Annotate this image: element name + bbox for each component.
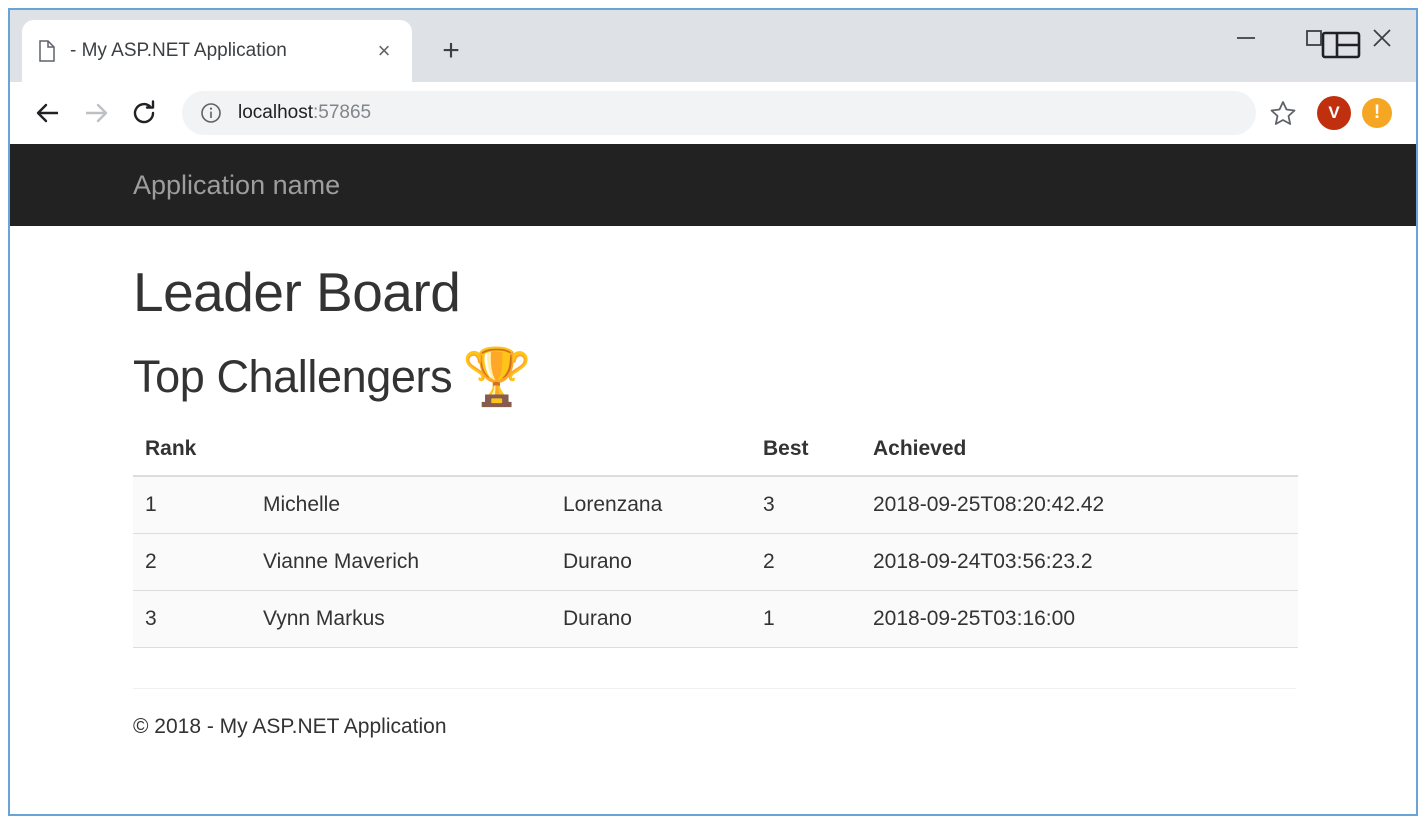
page-icon xyxy=(36,38,58,64)
cell-first: Vianne Maverich xyxy=(251,533,551,591)
cell-rank: 2 xyxy=(133,533,251,591)
cell-achieved: 2018-09-25T08:20:42.42 xyxy=(861,475,1191,534)
alert-badge-icon[interactable]: ! xyxy=(1362,97,1392,128)
cell-extra xyxy=(1191,533,1298,591)
tab-strip: - My ASP.NET Application × + xyxy=(10,10,1416,82)
col-header-extra xyxy=(1191,426,1298,477)
window-controls xyxy=(1212,10,1416,68)
cell-extra xyxy=(1191,475,1298,534)
browser-window: - My ASP.NET Application × + localhost:5… xyxy=(8,8,1418,816)
tab-title: - My ASP.NET Application xyxy=(70,40,287,61)
table-header-row: Rank Best Achieved xyxy=(133,426,1298,477)
cell-best: 2 xyxy=(751,533,861,591)
col-header-achieved: Achieved xyxy=(861,426,1191,477)
browser-toolbar: localhost:57865 V ! xyxy=(10,82,1416,144)
cell-last: Lorenzana xyxy=(551,475,751,534)
cell-best: 3 xyxy=(751,475,861,534)
leaderboard-table: Rank Best Achieved 1 Michelle Lorenzana … xyxy=(133,426,1298,648)
cell-first: Vynn Markus xyxy=(251,590,551,648)
cell-rank: 3 xyxy=(133,590,251,648)
address-bar[interactable]: localhost:57865 xyxy=(182,90,1256,135)
address-bar-url: localhost:57865 xyxy=(238,102,371,124)
url-host: localhost xyxy=(238,101,313,123)
table-row[interactable]: 1 Michelle Lorenzana 3 2018-09-25T08:20:… xyxy=(133,475,1298,534)
cell-extra xyxy=(1191,590,1298,648)
col-header-rank: Rank xyxy=(133,426,251,477)
footer-copyright: © 2018 - My ASP.NET Application xyxy=(133,714,447,738)
minimize-icon[interactable] xyxy=(1212,10,1280,66)
forward-arrow-icon xyxy=(72,89,120,137)
col-header-best: Best xyxy=(751,426,861,477)
cell-last: Durano xyxy=(551,590,751,648)
browser-tab[interactable]: - My ASP.NET Application × xyxy=(22,20,412,82)
close-icon[interactable] xyxy=(1348,10,1416,66)
reload-icon[interactable] xyxy=(120,89,168,137)
site-navbar: Application name xyxy=(10,144,1416,226)
maximize-icon[interactable] xyxy=(1280,10,1348,66)
table-body: 1 Michelle Lorenzana 3 2018-09-25T08:20:… xyxy=(133,475,1298,648)
new-tab-button[interactable]: + xyxy=(428,28,474,74)
col-header-first xyxy=(251,426,551,477)
page-container: Leader Board Top Challengers 🏆 Rank Best xyxy=(10,226,1416,739)
avatar[interactable]: V xyxy=(1317,95,1351,130)
cell-best: 1 xyxy=(751,590,861,648)
star-icon[interactable] xyxy=(1266,96,1300,130)
section-title-text: Top Challengers xyxy=(133,350,453,402)
info-circle-icon[interactable] xyxy=(198,100,224,126)
cell-last: Durano xyxy=(551,533,751,591)
table-row[interactable]: 2 Vianne Maverich Durano 2 2018-09-24T03… xyxy=(133,533,1298,591)
tab-close-icon[interactable]: × xyxy=(370,37,398,65)
cell-achieved: 2018-09-24T03:56:23.2 xyxy=(861,533,1191,591)
back-arrow-icon[interactable] xyxy=(24,89,72,137)
page-title: Leader Board xyxy=(133,261,461,323)
table-head: Rank Best Achieved xyxy=(133,426,1298,477)
page-viewport: Application name Leader Board Top Challe… xyxy=(10,144,1416,814)
cell-rank: 1 xyxy=(133,475,251,534)
section-title: Top Challengers 🏆 xyxy=(133,344,1296,408)
cell-first: Michelle xyxy=(251,475,551,534)
url-port: :57865 xyxy=(313,101,372,123)
page-footer: © 2018 - My ASP.NET Application xyxy=(133,687,1296,739)
navbar-brand[interactable]: Application name xyxy=(133,170,340,201)
trophy-icon: 🏆 xyxy=(462,344,532,408)
cell-achieved: 2018-09-25T03:16:00 xyxy=(861,590,1191,648)
table-row[interactable]: 3 Vynn Markus Durano 1 2018-09-25T03:16:… xyxy=(133,590,1298,648)
col-header-last xyxy=(551,426,751,477)
